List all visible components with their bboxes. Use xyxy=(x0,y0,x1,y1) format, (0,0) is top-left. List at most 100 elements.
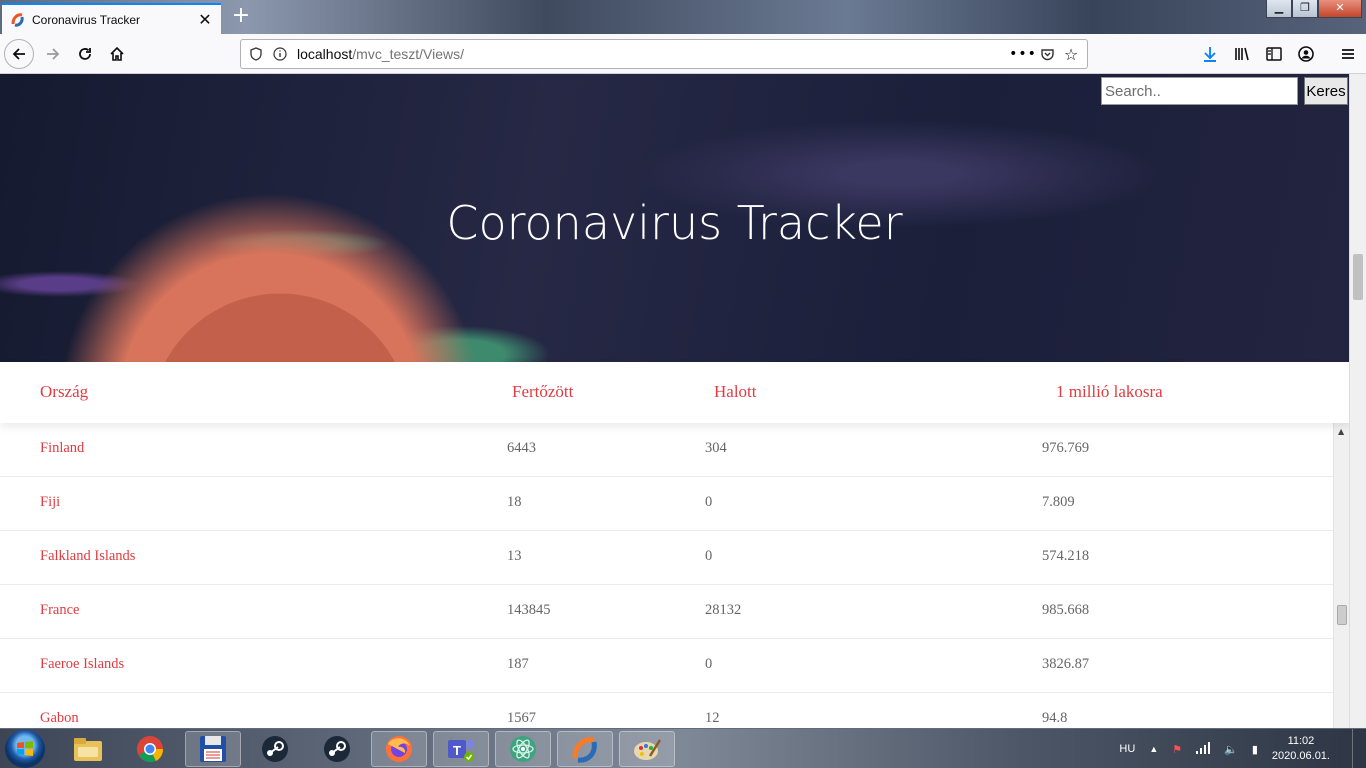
table-row: Finland 6443 304 976.769 xyxy=(0,423,1333,477)
svg-text:T: T xyxy=(453,743,461,758)
close-window-button[interactable]: ✕ xyxy=(1318,0,1362,18)
power-icon[interactable]: ▮ xyxy=(1252,743,1258,756)
restore-button[interactable]: ❐ xyxy=(1292,0,1318,18)
teams-icon: T xyxy=(448,740,474,762)
forward-button[interactable] xyxy=(38,39,68,69)
table-row: Fiji 18 0 7.809 xyxy=(0,477,1333,531)
table-body: Finland 6443 304 976.769 Fiji 18 0 7.809… xyxy=(0,423,1333,728)
page-actions-icon[interactable]: ••• xyxy=(1009,46,1036,62)
network-signal-icon[interactable] xyxy=(1196,741,1211,757)
header-country: Ország xyxy=(40,382,89,401)
sidebar-icon xyxy=(1266,47,1282,61)
search-input[interactable] xyxy=(1101,77,1298,105)
cell-dead: 12 xyxy=(705,710,720,726)
account-button[interactable] xyxy=(1291,39,1321,69)
site-info-icon[interactable] xyxy=(273,47,287,61)
xampp-icon xyxy=(572,737,597,763)
scroll-up-icon[interactable]: ▲ xyxy=(1338,427,1344,436)
taskbar-firefox[interactable] xyxy=(371,731,427,767)
header-infected: Fertőzött xyxy=(512,382,574,401)
address-bar[interactable]: localhost/mvc_teszt/Views/ ••• ☆ xyxy=(240,39,1088,69)
library-button[interactable] xyxy=(1227,39,1257,69)
language-indicator[interactable]: HU xyxy=(1119,743,1135,755)
table-row: Gabon 1567 12 94.8 xyxy=(0,693,1333,728)
table-scroll-thumb[interactable] xyxy=(1337,605,1347,625)
clock-time: 11:02 xyxy=(1287,735,1315,747)
cell-country: Finland xyxy=(40,440,85,456)
taskbar-steam-2[interactable] xyxy=(309,731,365,767)
search-button[interactable]: Keres xyxy=(1304,77,1348,105)
cell-dead: 304 xyxy=(705,440,727,456)
firefox-icon xyxy=(386,736,412,762)
bookmark-star-icon[interactable]: ☆ xyxy=(1063,45,1079,64)
cell-country: Gabon xyxy=(40,710,79,726)
system-tray: HU ▲ ⚑ 🔈 ▮ 11:02 2020.06.01. xyxy=(1119,729,1366,768)
taskbar-paint[interactable] xyxy=(619,731,675,767)
taskbar-teams[interactable]: T xyxy=(433,731,489,767)
table-row: Faeroe Islands 187 0 3826.87 xyxy=(0,639,1333,693)
volume-icon[interactable]: 🔈 xyxy=(1224,743,1238,756)
table-scrollbar[interactable]: ▲ xyxy=(1333,423,1349,728)
header-dead: Halott xyxy=(714,382,757,401)
windows-logo-icon xyxy=(17,741,33,756)
chrome-icon xyxy=(137,736,164,763)
pocket-icon[interactable] xyxy=(1039,46,1055,62)
downloads-button[interactable] xyxy=(1195,39,1225,69)
url-text: localhost/mvc_teszt/Views/ xyxy=(297,46,1007,62)
cell-infected: 18 xyxy=(507,494,522,510)
cell-infected: 1567 xyxy=(507,710,536,726)
home-button[interactable] xyxy=(102,39,132,69)
hero-banner: Coronavirus Tracker Keres xyxy=(0,74,1349,362)
cell-per-million: 3826.87 xyxy=(1042,656,1090,672)
taskbar-steam-1[interactable] xyxy=(247,731,303,767)
page-viewport: Coronavirus Tracker Keres Ország Fertőzö… xyxy=(0,74,1349,728)
atom-icon xyxy=(510,736,536,762)
back-arrow-icon xyxy=(12,48,25,60)
table-row: Falkland Islands 13 0 574.218 xyxy=(0,531,1333,585)
sidebar-button[interactable] xyxy=(1259,39,1289,69)
cell-dead: 0 xyxy=(705,548,713,564)
taskbar-atom[interactable] xyxy=(495,731,551,767)
page-scroll-thumb[interactable] xyxy=(1353,254,1363,300)
action-center-flag-icon[interactable]: ⚑ xyxy=(1172,743,1182,756)
cell-infected: 13 xyxy=(507,548,522,564)
start-button[interactable] xyxy=(5,730,45,768)
clock-date: 2020.06.01. xyxy=(1271,750,1330,762)
cell-country: Faeroe Islands xyxy=(40,656,125,672)
cell-per-million: 94.8 xyxy=(1042,710,1068,726)
page-scrollbar[interactable] xyxy=(1349,74,1366,728)
taskbar-xampp[interactable] xyxy=(557,731,613,767)
table-header: Ország Fertőzött Halott 1 millió lakosra xyxy=(0,362,1349,423)
minimize-button[interactable]: ▁ xyxy=(1266,0,1292,18)
show-hidden-icons-icon[interactable]: ▲ xyxy=(1149,744,1158,754)
show-desktop-button[interactable] xyxy=(1352,729,1366,768)
forward-arrow-icon xyxy=(47,48,60,60)
tracking-shield-icon[interactable] xyxy=(249,47,263,61)
steam-icon xyxy=(324,736,350,762)
hamburger-menu-icon xyxy=(1342,49,1354,59)
taskbar-explorer[interactable] xyxy=(60,731,116,767)
cell-dead: 0 xyxy=(705,656,713,672)
cell-per-million: 574.218 xyxy=(1042,548,1090,564)
taskbar: T HU ▲ ⚑ 🔈 ▮ 11:02 2020.06.01. xyxy=(0,728,1366,768)
explorer-icon xyxy=(74,738,102,761)
home-icon xyxy=(110,46,124,61)
close-tab-icon[interactable]: ✕ xyxy=(197,11,213,28)
reload-button[interactable] xyxy=(70,39,100,69)
clock[interactable]: 11:02 2020.06.01. xyxy=(1272,734,1330,764)
site-favicon-icon xyxy=(11,12,24,27)
taskbar-chrome[interactable] xyxy=(122,731,178,767)
cell-infected: 187 xyxy=(507,656,529,672)
tab-title: Coronavirus Tracker xyxy=(32,12,141,27)
cell-per-million: 7.809 xyxy=(1042,494,1075,510)
url-host: localhost xyxy=(297,46,353,62)
window-controls: ▁ ❐ ✕ xyxy=(1266,0,1362,18)
taskbar-save-app[interactable] xyxy=(185,731,241,767)
browser-tab[interactable]: Coronavirus Tracker ✕ xyxy=(2,3,221,34)
new-tab-button[interactable]: + xyxy=(228,4,254,30)
hero-title: Coronavirus Tracker xyxy=(446,196,903,250)
back-button[interactable] xyxy=(4,39,34,69)
cell-dead: 0 xyxy=(705,494,713,510)
tab-strip: Coronavirus Tracker ✕ + ▁ ❐ ✕ xyxy=(0,0,1366,34)
menu-button[interactable] xyxy=(1333,39,1363,69)
